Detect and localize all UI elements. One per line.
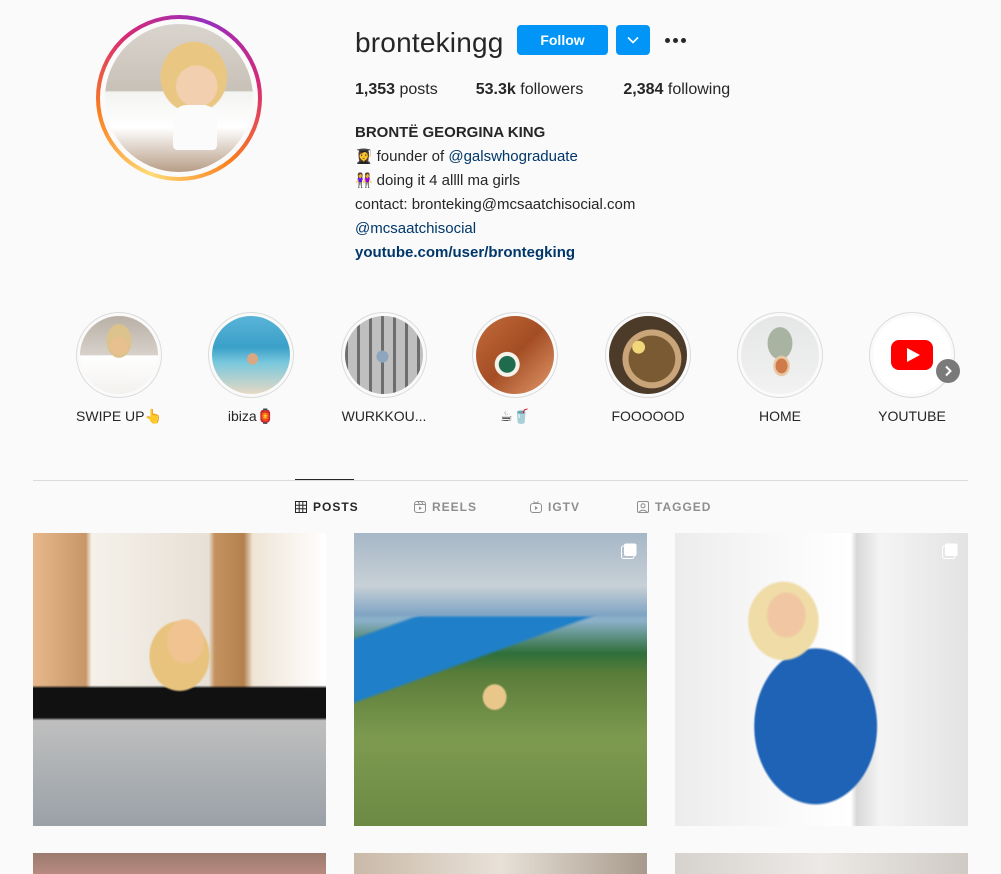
highlight-ring: [737, 312, 823, 398]
highlights-next-button[interactable]: [936, 359, 960, 383]
highlight-ring: [76, 312, 162, 398]
highlight-ring: [341, 312, 427, 398]
graduate-emoji-icon: 👩‍🎓: [355, 149, 373, 165]
tab-label: POSTS: [313, 500, 359, 514]
highlight-label: WURKKOU...: [341, 408, 427, 424]
tab-posts[interactable]: POSTS: [295, 500, 359, 514]
highlight-ring: [869, 312, 955, 398]
following-count-value: 2,384: [623, 81, 664, 98]
highlight-cover: [212, 316, 290, 394]
tab-reels[interactable]: REELS: [414, 500, 477, 514]
highlight-ring: [605, 312, 691, 398]
highlight-cover: [741, 316, 819, 394]
highlight-cover: [80, 316, 158, 394]
tabs-divider: [33, 480, 968, 481]
highlight-ibiza[interactable]: ibiza🏮: [191, 312, 311, 425]
multiple-photos-icon: [942, 543, 958, 559]
more-dot-icon: [680, 37, 686, 43]
suggested-accounts-button[interactable]: [616, 25, 650, 55]
active-tab-indicator: [295, 479, 354, 480]
reels-icon: [414, 501, 426, 513]
tab-label: TAGGED: [655, 500, 712, 514]
galswhograduate-link[interactable]: @galswhograduate: [448, 148, 577, 165]
chevron-down-icon: [627, 36, 639, 44]
tab-igtv[interactable]: IGTV: [530, 500, 580, 514]
highlight-cover: [609, 316, 687, 394]
highlight-label: YOUTUBE: [878, 408, 946, 424]
youtube-icon: [891, 340, 933, 370]
highlight-label: ☕🥤: [500, 408, 530, 424]
bio-girls-text: doing it 4 allll ma girls: [376, 172, 521, 189]
posts-count-label: posts: [399, 81, 438, 98]
highlight-ring: [472, 312, 558, 398]
highlight-label: SWIPE UP👆: [76, 408, 162, 424]
bio-contact: contact: bronteking@mcsaatchisocial.com: [355, 196, 636, 213]
post-thumbnail[interactable]: [33, 853, 326, 874]
post-thumbnail[interactable]: [33, 533, 326, 826]
profile-avatar[interactable]: [96, 15, 262, 181]
highlight-label: FOOOOOD: [611, 408, 685, 424]
grid-icon: [295, 501, 307, 513]
mcsaatchisocial-link[interactable]: @mcsaatchisocial: [355, 217, 635, 241]
highlight-cover: [873, 316, 951, 394]
more-options-button[interactable]: [662, 30, 688, 50]
posts-count: 1,353 posts: [355, 81, 438, 99]
profile-bio: BRONTË GEORGINA KING 👩‍🎓 founder of @gal…: [355, 121, 635, 265]
highlight-label: HOME: [759, 408, 801, 424]
post-thumbnail[interactable]: [354, 533, 647, 826]
bio-line-founder: 👩‍🎓 founder of @galswhograduate: [355, 145, 635, 169]
profile-username: brontekingg: [355, 27, 504, 58]
post-thumbnail[interactable]: [675, 853, 968, 874]
highlight-workout[interactable]: WURKKOU...: [324, 312, 444, 424]
followers-count-value: 53.3k: [475, 81, 516, 98]
follow-button[interactable]: Follow: [517, 25, 608, 55]
highlight-cover: [476, 316, 554, 394]
profile-full-name: BRONTË GEORGINA KING: [355, 124, 546, 141]
multiple-photos-icon: [621, 543, 637, 559]
tab-label: IGTV: [548, 500, 581, 514]
highlight-cover: [345, 316, 423, 394]
more-dot-icon: [664, 37, 670, 43]
posts-count-value: 1,353: [355, 81, 396, 98]
avatar-photo: [105, 24, 253, 172]
highlight-food[interactable]: FOOOOOD: [588, 312, 708, 424]
chevron-right-icon: [945, 365, 952, 377]
highlight-coffee[interactable]: ☕🥤: [455, 312, 575, 425]
igtv-icon: [530, 501, 542, 513]
post-thumbnail[interactable]: [354, 853, 647, 874]
followers-count-label: followers: [520, 81, 584, 98]
tagged-icon: [637, 501, 649, 513]
highlight-home[interactable]: HOME: [720, 312, 840, 424]
avatar-frame: [100, 19, 258, 177]
tab-label: REELS: [432, 500, 478, 514]
following-link[interactable]: 2,384 following: [623, 81, 730, 99]
website-link[interactable]: youtube.com/user/brontegking: [355, 241, 635, 265]
highlight-ring: [208, 312, 294, 398]
two-women-emoji-icon: 👭: [355, 173, 373, 189]
post-thumbnail[interactable]: [675, 533, 968, 826]
followers-link[interactable]: 53.3k followers: [476, 81, 584, 99]
bio-line-girls: 👭 doing it 4 allll ma girls: [355, 169, 635, 193]
highlight-label: ibiza🏮: [227, 408, 275, 424]
tab-tagged[interactable]: TAGGED: [637, 500, 711, 514]
bio-founder-text: founder of: [376, 148, 445, 165]
profile-stats: 1,353 posts 53.3k followers 2,384 follow…: [355, 81, 770, 99]
more-dot-icon: [672, 37, 678, 43]
highlight-swipe-up[interactable]: SWIPE UP👆: [59, 312, 179, 425]
following-count-label: following: [667, 81, 731, 98]
